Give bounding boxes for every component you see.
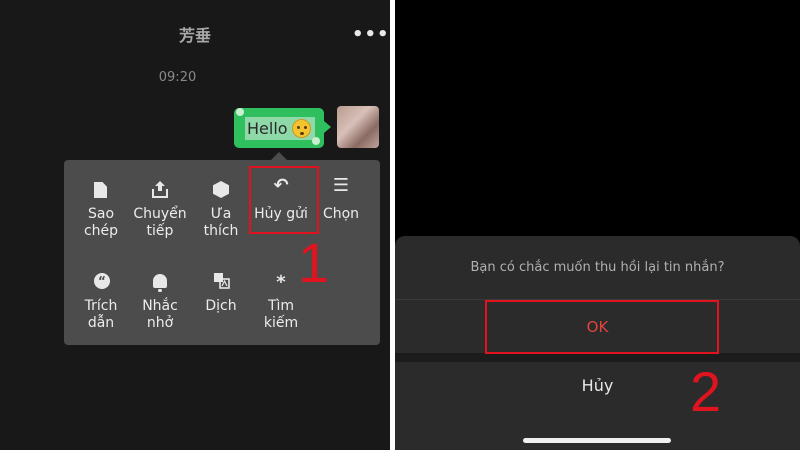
right-confirm-screen: Bạn có chắc muốn thu hồi lại tin nhắn? O…: [395, 0, 800, 450]
forward-icon: [131, 180, 189, 202]
menu-item-label: Chọn: [322, 206, 360, 222]
confirm-question: Bạn có chắc muốn thu hồi lại tin nhắn?: [470, 260, 725, 275]
home-indicator[interactable]: [523, 438, 671, 443]
left-chat-screen: 芳垂 ••• 09:20 Hello Sao chép Chuyển tiếp …: [0, 0, 390, 450]
menu-item-label: Ưa thích: [203, 206, 239, 239]
menu-item-copy[interactable]: Sao chép: [72, 180, 130, 240]
bell-icon: [131, 272, 189, 294]
menu-item-label: Chuyển tiếp: [133, 206, 187, 239]
menu-item-label: Tìm kiếm: [263, 298, 299, 331]
menu-item-forward[interactable]: Chuyển tiếp: [131, 180, 189, 240]
step-number-1: 1: [298, 231, 330, 294]
sheet-gap: [395, 353, 800, 362]
message-context-menu: Sao chép Chuyển tiếp Ưa thích ↶ Hủy gửi …: [64, 160, 380, 345]
sender-avatar[interactable]: [337, 106, 379, 148]
menu-item-quote[interactable]: “ Trích dẫn: [72, 272, 130, 332]
bubble-tail: [324, 121, 331, 133]
quote-icon: “: [72, 272, 130, 294]
selection-handle-start[interactable]: [236, 108, 244, 116]
cancel-button[interactable]: Hủy: [395, 376, 800, 395]
translate-icon: [192, 272, 250, 294]
chat-title: 芳垂: [178, 26, 211, 45]
menu-item-label: Sao chép: [83, 206, 119, 239]
highlight-box-ok: [485, 300, 719, 354]
menu-item-label: Dịch: [205, 298, 237, 314]
menu-item-translate[interactable]: Dịch: [192, 272, 250, 315]
more-options-button[interactable]: •••: [352, 24, 390, 45]
menu-item-label: Trích dẫn: [84, 298, 118, 331]
message-text: Hello: [247, 119, 288, 138]
favorite-icon: [192, 180, 250, 202]
highlight-box-recall: [249, 166, 319, 234]
copy-icon: [72, 180, 130, 202]
multi-select-icon: ☰: [332, 175, 350, 196]
menu-item-select[interactable]: ☰ Chọn: [312, 175, 370, 223]
step-number-2: 2: [690, 360, 722, 423]
selection-handle-end[interactable]: [312, 137, 320, 145]
menu-item-label: Nhắc nhở: [142, 298, 178, 331]
flushed-face-emoji-icon: [292, 119, 311, 138]
menu-pointer: [271, 152, 287, 160]
message-timestamp: 09:20: [158, 70, 197, 85]
menu-item-favorite[interactable]: Ưa thích: [192, 180, 250, 240]
menu-item-remind[interactable]: Nhắc nhở: [131, 272, 189, 332]
